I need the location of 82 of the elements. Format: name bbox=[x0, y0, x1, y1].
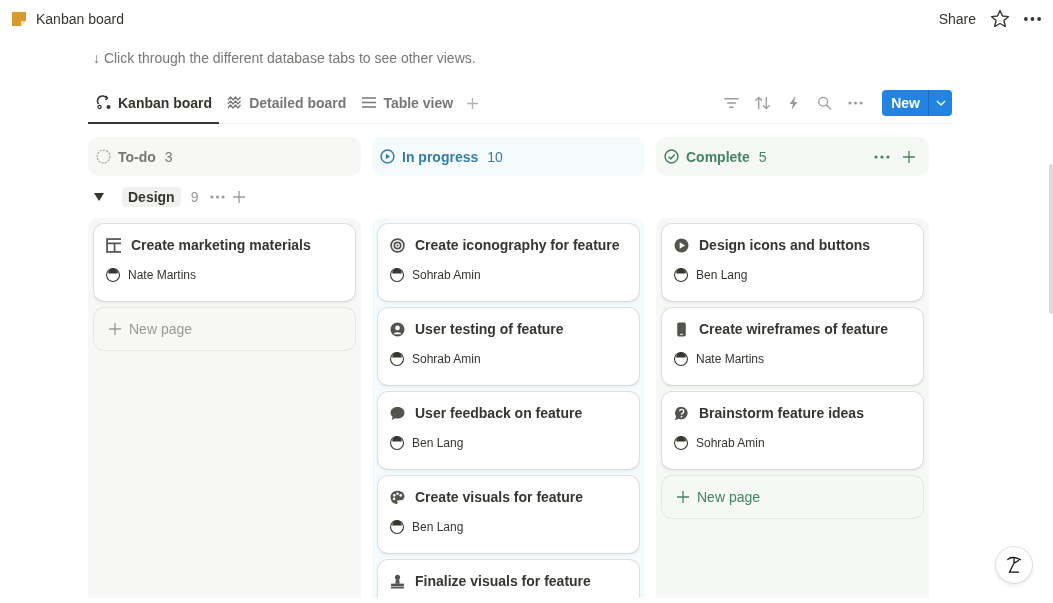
new-page-button[interactable]: New page bbox=[662, 476, 923, 518]
card-title: Finalize visuals for feature bbox=[415, 573, 591, 589]
palette-icon bbox=[390, 489, 405, 505]
avatar-icon bbox=[106, 268, 120, 282]
stamp-icon bbox=[390, 573, 405, 589]
new-dropdown-button[interactable] bbox=[928, 90, 952, 116]
new-button[interactable]: New bbox=[882, 90, 928, 116]
speech-bubble-icon bbox=[390, 405, 405, 421]
plus-icon[interactable] bbox=[677, 491, 689, 503]
check-circle-icon bbox=[664, 149, 679, 164]
assignee-name: Sohrab Amin bbox=[412, 268, 481, 282]
assignee-name: Ben Lang bbox=[412, 436, 464, 450]
add-icon[interactable] bbox=[233, 191, 246, 203]
view-tab[interactable]: Kanban board bbox=[88, 83, 220, 124]
filter-icon[interactable] bbox=[724, 96, 740, 110]
phone-icon bbox=[674, 321, 689, 337]
view-tab[interactable]: Detailed board bbox=[219, 83, 354, 124]
help-button[interactable] bbox=[996, 547, 1032, 583]
card-title: User testing of feature bbox=[415, 321, 564, 337]
column-title: To-do bbox=[118, 148, 156, 165]
star-icon[interactable] bbox=[990, 9, 1010, 29]
avatar-icon bbox=[390, 352, 404, 366]
task-card[interactable]: Design icons and buttons Ben Lang bbox=[662, 224, 923, 301]
add-icon[interactable] bbox=[903, 150, 915, 163]
assignee-name: Nate Martins bbox=[696, 352, 765, 366]
task-card[interactable]: Create marketing materials Nate Martins bbox=[94, 224, 355, 301]
kanban-icon[interactable] bbox=[96, 95, 112, 110]
target-icon bbox=[390, 237, 405, 253]
column-title: Complete bbox=[686, 148, 750, 165]
avatar-icon bbox=[674, 436, 688, 450]
share-button[interactable]: Share bbox=[938, 11, 976, 27]
card-title: Create visuals for feature bbox=[415, 489, 584, 505]
expanded-triangle-icon[interactable] bbox=[94, 192, 104, 202]
note-icon bbox=[12, 12, 26, 26]
play-circle-icon bbox=[380, 149, 395, 164]
task-card[interactable]: Create visuals for feature Ben Lang bbox=[378, 476, 639, 553]
task-card[interactable]: Finalize visuals for feature bbox=[378, 560, 639, 598]
card-title: Brainstorm feature ideas bbox=[699, 405, 864, 421]
task-card[interactable]: User testing of feature Sohrab Amin bbox=[378, 308, 639, 385]
avatar-icon bbox=[674, 352, 688, 366]
empty-circle-icon bbox=[96, 149, 111, 164]
play-icon bbox=[674, 237, 689, 253]
task-card[interactable]: Create wireframes of feature Nate Martins bbox=[662, 308, 923, 385]
avatar-icon bbox=[390, 436, 404, 450]
assignee-name: Ben Lang bbox=[696, 268, 748, 282]
group-tag: Design bbox=[122, 187, 181, 207]
list-icon[interactable] bbox=[361, 95, 378, 110]
symbol-icon[interactable] bbox=[1005, 555, 1023, 575]
layout-icon bbox=[106, 237, 121, 253]
task-card[interactable]: Create iconography for feature Sohrab Amin bbox=[378, 224, 639, 301]
assignee-name: Nate Martins bbox=[128, 268, 197, 282]
assignee-name: Sohrab Amin bbox=[696, 436, 765, 450]
card-title: Design icons and buttons bbox=[699, 237, 871, 253]
assignee-name: Sohrab Amin bbox=[412, 352, 481, 366]
avatar-icon bbox=[674, 268, 688, 282]
add-view-icon[interactable] bbox=[466, 96, 480, 110]
more-icon[interactable] bbox=[1024, 17, 1041, 21]
user-icon bbox=[390, 321, 405, 337]
column-title: In progress bbox=[402, 148, 479, 165]
card-title: Create marketing materials bbox=[131, 237, 311, 253]
card-title: Create iconography for feature bbox=[415, 237, 620, 253]
view-tab[interactable]: Table view bbox=[353, 83, 461, 124]
task-card[interactable]: User feedback on feature Ben Lang bbox=[378, 392, 639, 469]
group-count: 9 bbox=[190, 189, 199, 205]
page-title[interactable]: Kanban board bbox=[36, 11, 124, 27]
chevron-down-icon[interactable] bbox=[935, 100, 946, 106]
description-text: ↓ Click through the different database tabs to see other views. bbox=[93, 50, 477, 68]
search-icon[interactable] bbox=[817, 96, 833, 110]
column-count: 3 bbox=[164, 148, 173, 165]
question-bubble-icon bbox=[674, 405, 689, 421]
assignee-name: Ben Lang bbox=[412, 520, 464, 534]
column-count: 10 bbox=[487, 148, 503, 165]
avatar-icon bbox=[390, 268, 404, 282]
card-title: Create wireframes of feature bbox=[699, 321, 889, 337]
card-title: User feedback on feature bbox=[415, 405, 583, 421]
wave-icon[interactable] bbox=[227, 95, 244, 110]
avatar-icon bbox=[390, 520, 404, 534]
plus-icon[interactable] bbox=[109, 323, 121, 335]
sort-icon[interactable] bbox=[755, 96, 771, 110]
task-card[interactable]: Brainstorm feature ideas Sohrab Amin bbox=[662, 392, 923, 469]
column-count: 5 bbox=[758, 148, 767, 165]
scrollbar[interactable] bbox=[1049, 164, 1053, 314]
